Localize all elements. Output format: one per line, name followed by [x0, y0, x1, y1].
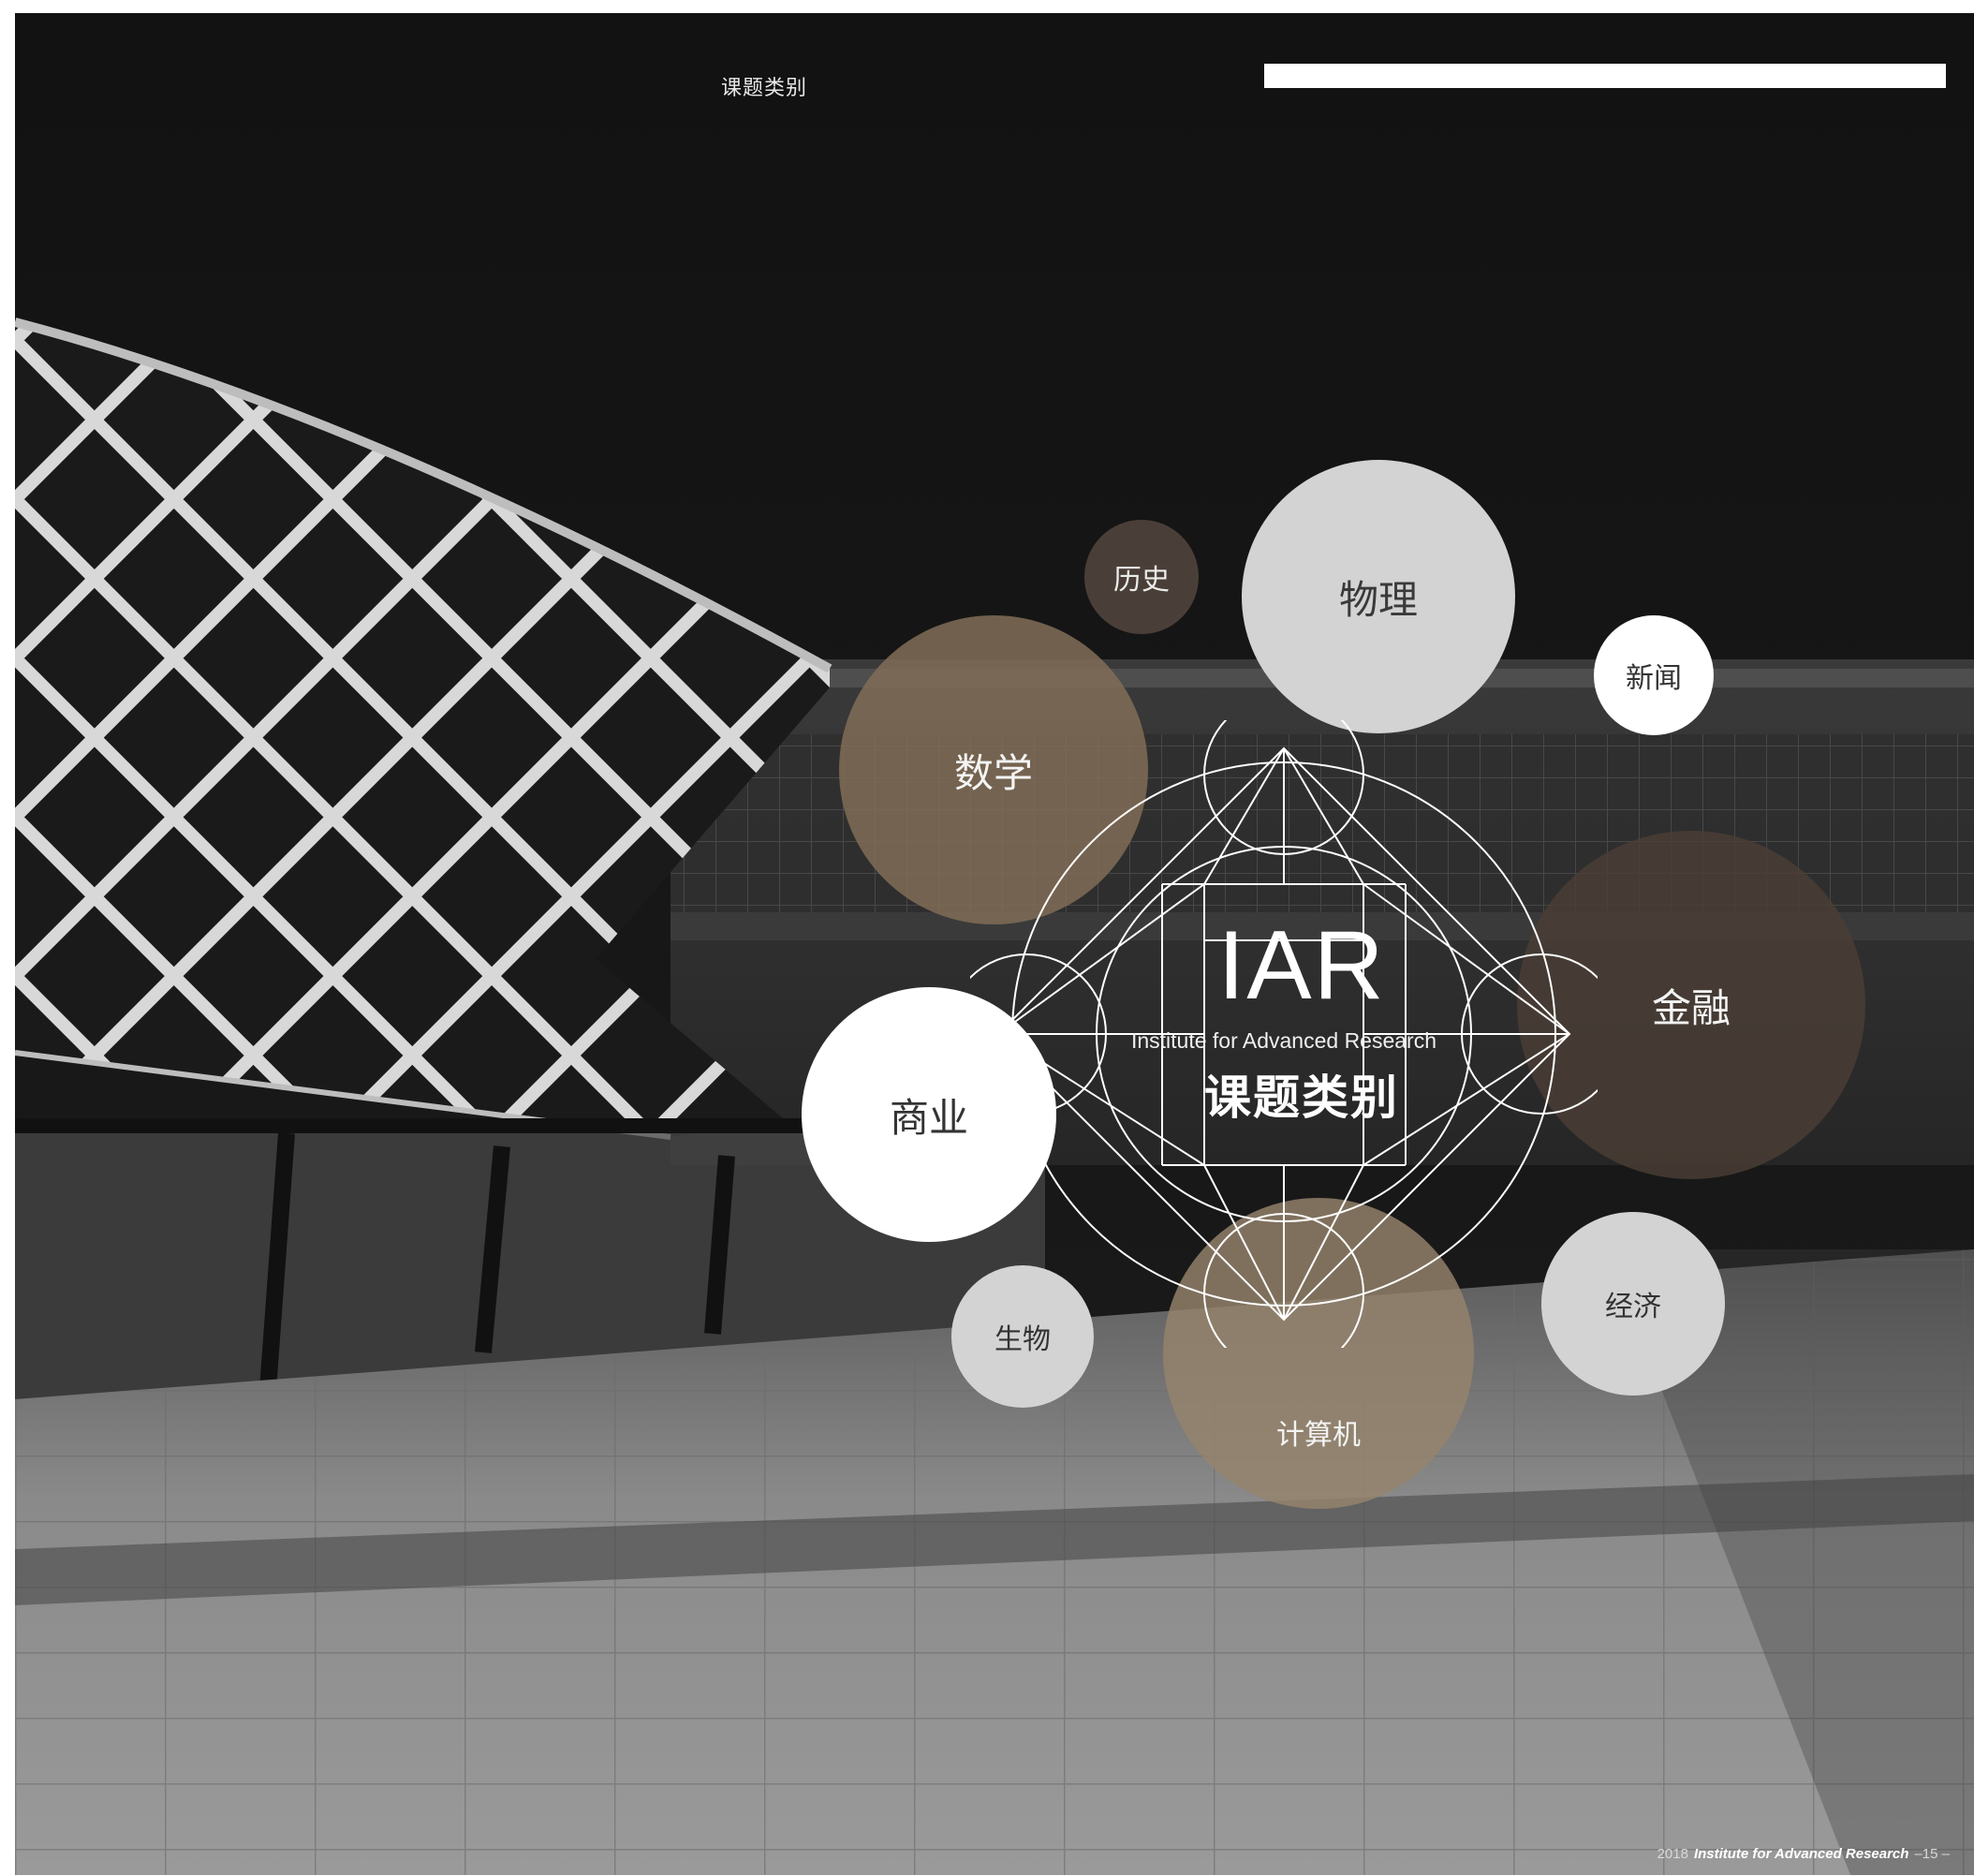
header-title: 课题类别	[721, 77, 808, 100]
category-label: 商业	[889, 1094, 968, 1141]
category-label: 经济	[1605, 1291, 1661, 1323]
emblem-acronym: IAR	[1217, 911, 1386, 1020]
category-label: 计算机	[1276, 1419, 1361, 1452]
category-label: 金融	[1651, 984, 1731, 1031]
emblem-full-name: Institute for Advanced Research	[1130, 1028, 1437, 1053]
emblem-subtitle: 课题类别	[1204, 1071, 1399, 1125]
page: 课题类别 历史 物理 新闻 数学 金融 商业 生物 计算机 经济 IAR Ins…	[15, 13, 1974, 1875]
category-label: 物理	[1338, 576, 1418, 623]
page-number: –15 –	[1914, 1846, 1950, 1862]
page-footer: 2018 Institute for Advanced Research –15 –	[1657, 1846, 1950, 1862]
category-physics[interactable]: 物理	[1242, 460, 1515, 733]
header-bar	[1264, 64, 1946, 88]
category-history[interactable]: 历史	[1084, 520, 1199, 634]
category-news[interactable]: 新闻	[1594, 615, 1714, 735]
category-label: 新闻	[1626, 662, 1682, 695]
footer-year: 2018	[1657, 1846, 1688, 1862]
footer-brand: Institute for Advanced Research	[1693, 1846, 1909, 1862]
category-label: 历史	[1113, 564, 1170, 597]
